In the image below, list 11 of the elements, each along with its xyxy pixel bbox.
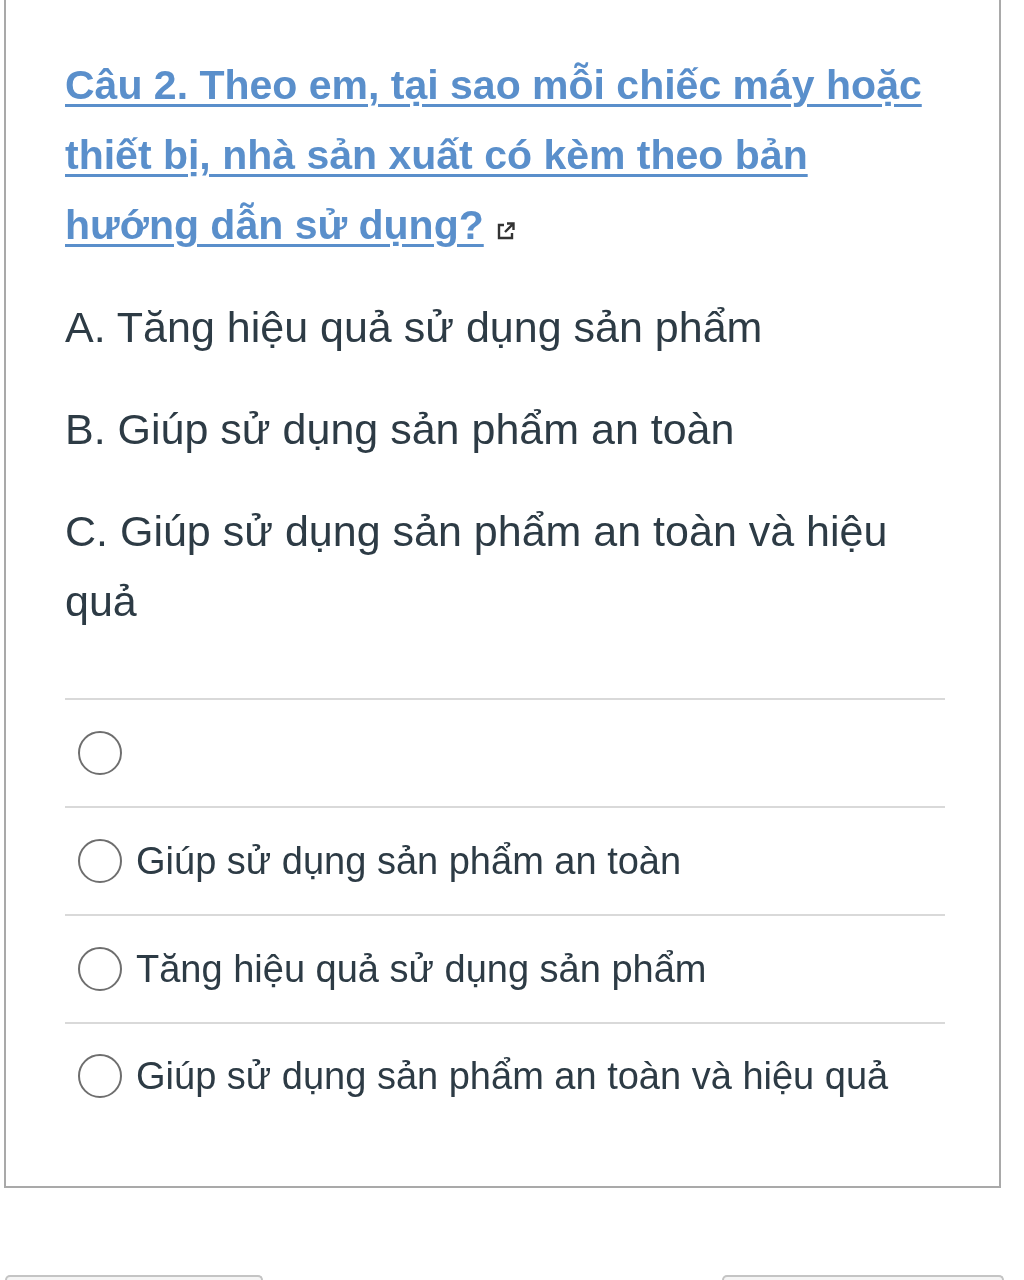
choice-label[interactable]: Tăng hiệu quả sử dụng sản phẩm [136, 946, 707, 992]
answer-statement: A. Tăng hiệu quả sử dụng sản phẩm [65, 302, 764, 353]
external-link-icon [495, 221, 516, 241]
answer-statement: B. Giúp sử dụng sản phẩm an toàn [65, 404, 736, 455]
radio-button[interactable] [78, 731, 122, 775]
answer-statement: C. Giúp sử dụng sản phẩm an toàn và hiệu quả [65, 506, 889, 627]
choice-label[interactable]: Giúp sử dụng sản phẩm an toàn [136, 838, 682, 884]
radio-button[interactable] [78, 839, 122, 883]
choice-label[interactable]: Giúp sử dụng sản phẩm an toàn và hiệu quả [136, 1053, 889, 1099]
radio-button[interactable] [78, 947, 122, 991]
radio-button[interactable] [78, 1054, 122, 1098]
